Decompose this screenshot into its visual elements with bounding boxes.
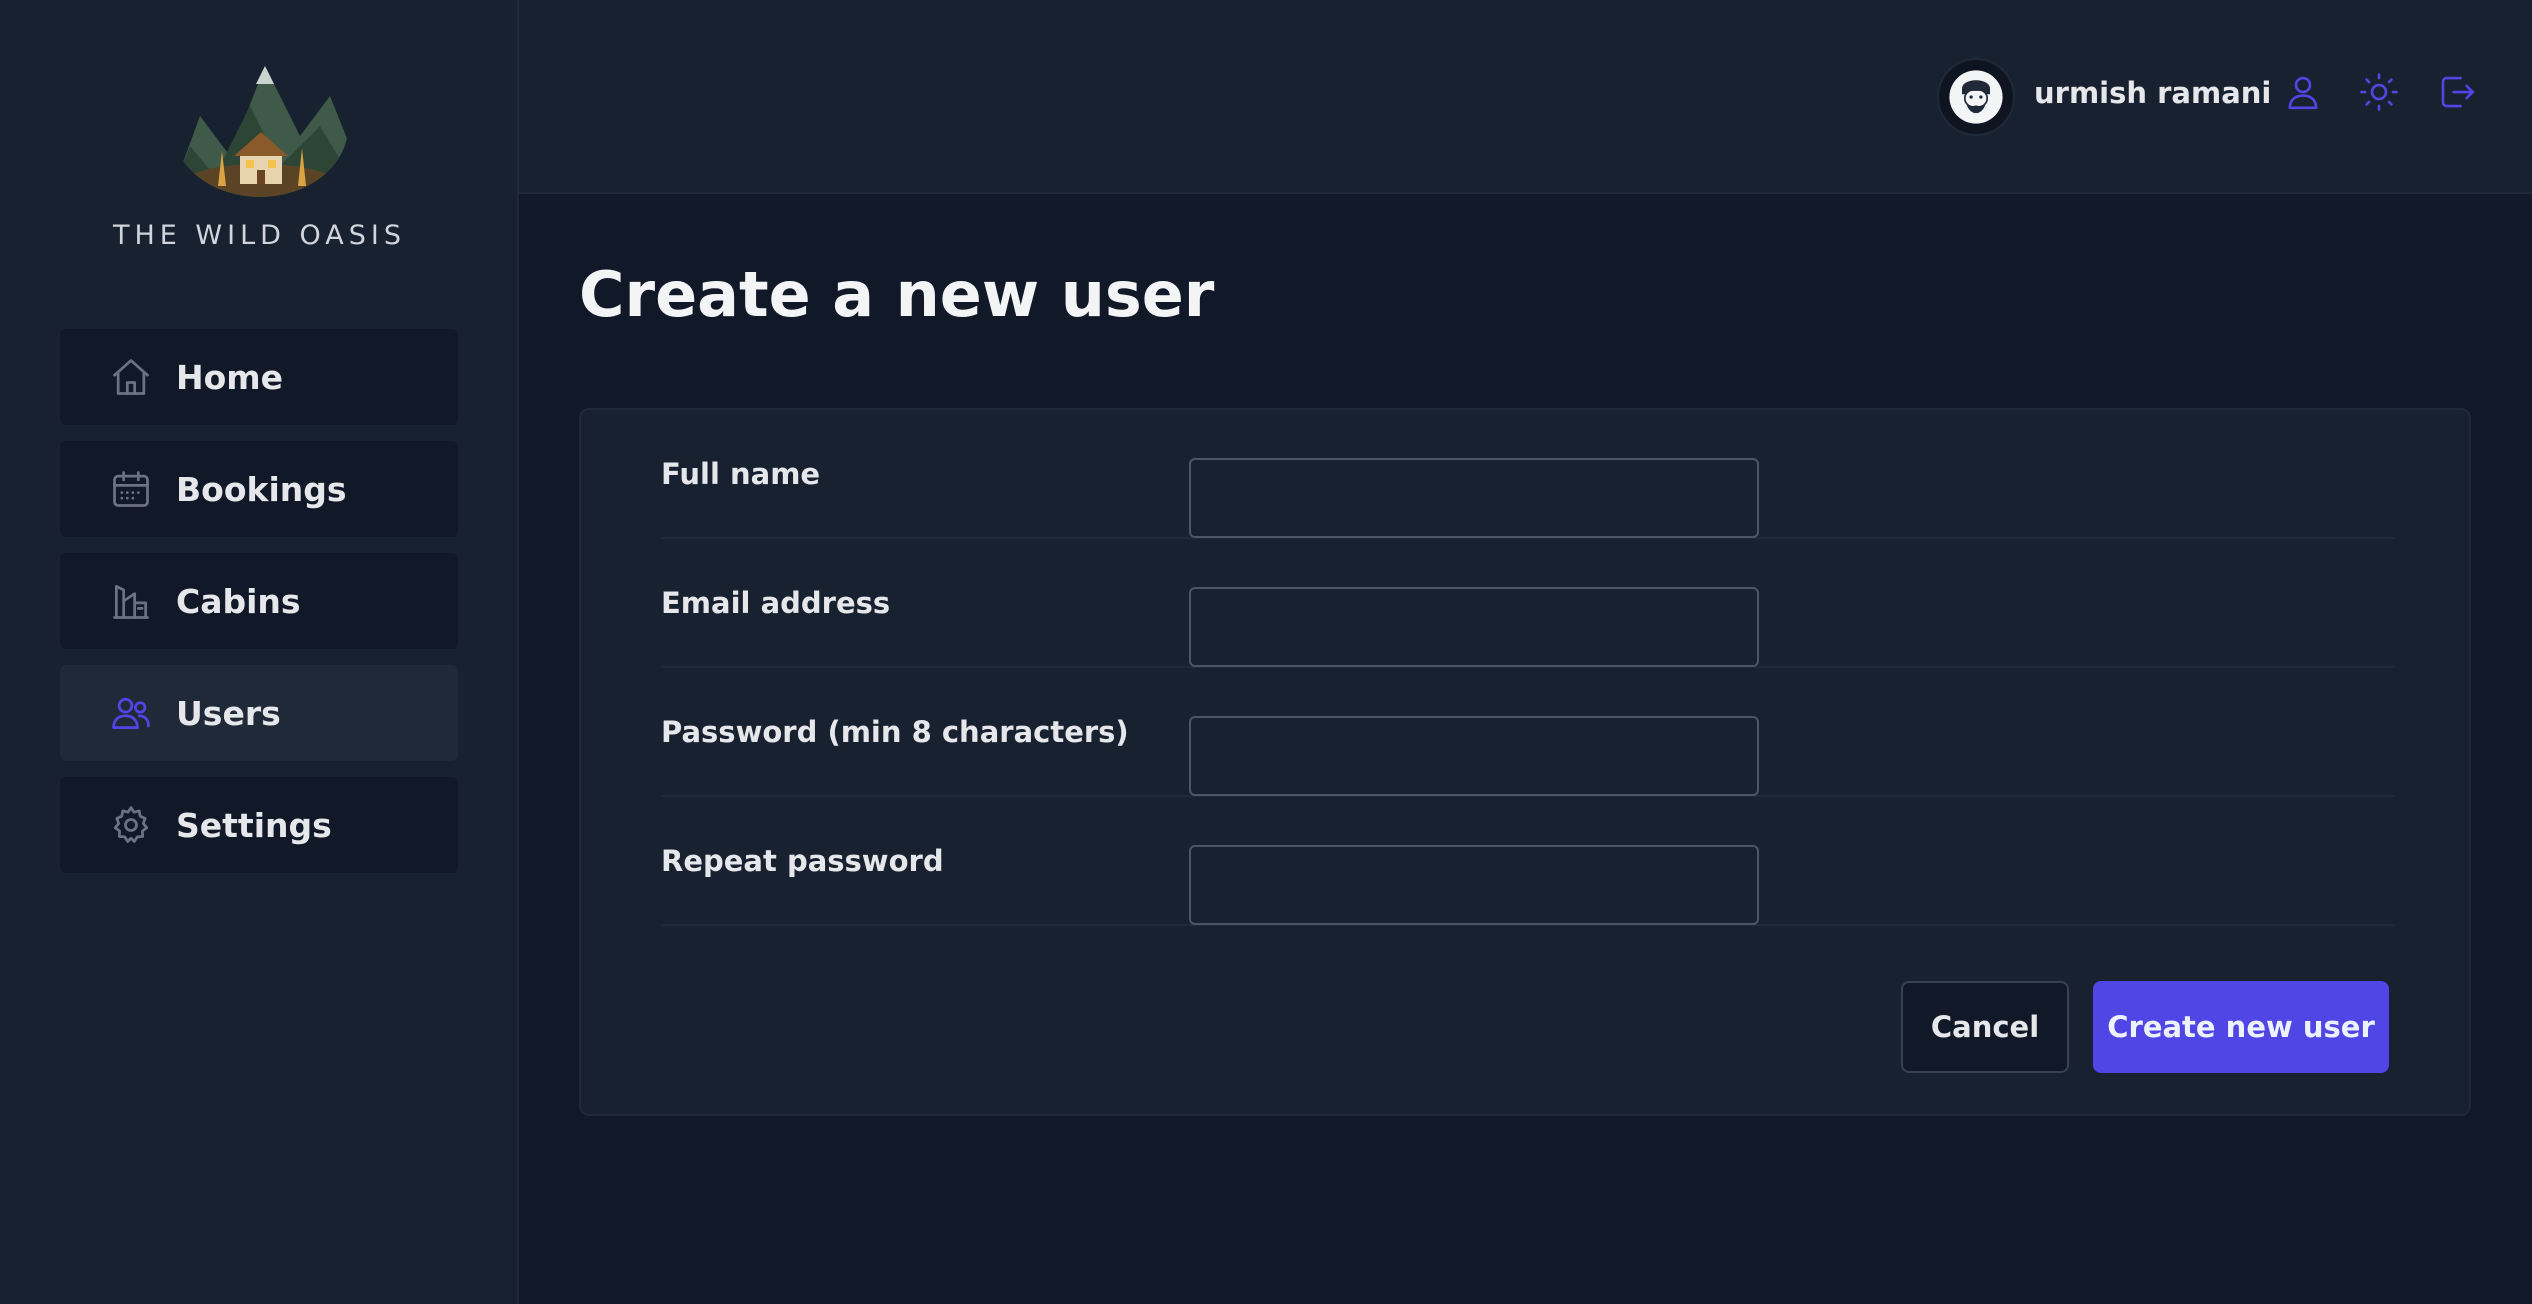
password-input[interactable] [1189, 716, 1759, 796]
sidebar-item-label: Cabins [176, 581, 301, 621]
sidebar-item-label: Settings [176, 805, 332, 845]
logo [170, 56, 350, 198]
theme-toggle-button[interactable] [2355, 70, 2403, 118]
repeat-password-label: Repeat password [661, 843, 944, 878]
avatar [1937, 58, 2015, 136]
full-name-input[interactable] [1189, 458, 1759, 538]
username: urmish ramani [2034, 76, 2272, 110]
form-row-full-name: Full name [661, 410, 2395, 539]
sidebar-item-label: Home [176, 357, 284, 397]
top-header: urmish ramani [519, 0, 2532, 194]
form-row-email: Email address [661, 539, 2395, 668]
sidebar-item-cabins[interactable]: Cabins [60, 553, 458, 649]
sidebar: THE WILD OASIS Home Bookings Cabins User… [0, 0, 519, 1304]
sidebar-item-users[interactable]: Users [60, 665, 458, 761]
cancel-button[interactable]: Cancel [1901, 981, 2069, 1073]
email-input[interactable] [1189, 587, 1759, 667]
create-user-button[interactable]: Create new user [2093, 981, 2389, 1073]
full-name-label: Full name [661, 456, 821, 491]
main-content: Create a new user Full name Email addres… [519, 194, 2532, 1304]
user-icon [2282, 71, 2324, 117]
sidebar-item-label: Bookings [176, 469, 347, 509]
email-label: Email address [661, 585, 891, 620]
form-row-repeat-password: Repeat password [661, 797, 2395, 926]
logout-icon [2436, 71, 2478, 117]
page-title: Create a new user [579, 258, 1215, 331]
repeat-password-input[interactable] [1189, 845, 1759, 925]
account-button[interactable] [2279, 70, 2327, 118]
sidebar-item-bookings[interactable]: Bookings [60, 441, 458, 537]
calendar-icon [108, 466, 154, 512]
home-icon [108, 354, 154, 400]
app: THE WILD OASIS Home Bookings Cabins User… [0, 0, 2532, 1304]
sun-icon [2358, 71, 2400, 117]
sidebar-item-label: Users [176, 693, 281, 733]
users-icon [108, 690, 154, 736]
form-row-password: Password (min 8 characters) [661, 668, 2395, 797]
sidebar-item-settings[interactable]: Settings [60, 777, 458, 873]
password-label: Password (min 8 characters) [661, 714, 1129, 749]
sidebar-item-home[interactable]: Home [60, 329, 458, 425]
building-icon [108, 578, 154, 624]
logout-button[interactable] [2433, 70, 2481, 118]
create-user-form: Full name Email address Password (min 8 … [579, 408, 2471, 1116]
sidebar-nav: Home Bookings Cabins Users Settings [60, 329, 458, 889]
brand-name: THE WILD OASIS [112, 220, 406, 251]
gear-icon [108, 802, 154, 848]
